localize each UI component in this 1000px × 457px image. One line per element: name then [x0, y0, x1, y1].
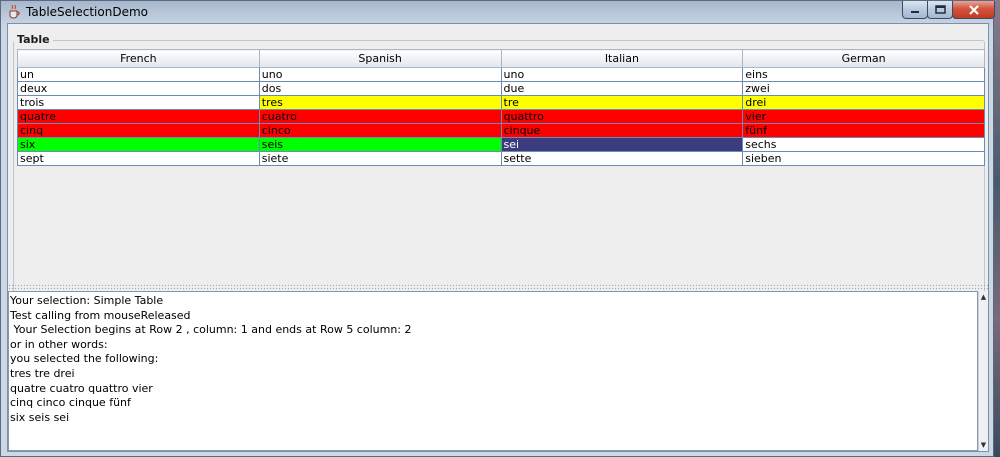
table-row[interactable]: deux dos due zwei: [17, 81, 985, 96]
output-line: tres tre drei: [10, 366, 75, 380]
column-header[interactable]: Spanish: [258, 49, 502, 68]
title-bar[interactable]: TableSelectionDemo: [1, 1, 995, 23]
table-row[interactable]: cinq cinco cinque fünf: [17, 123, 985, 138]
table-cell[interactable]: vier: [742, 109, 985, 124]
table-cell[interactable]: un: [17, 67, 260, 82]
table-row[interactable]: sept siete sette sieben: [17, 151, 985, 166]
table-row[interactable]: un uno uno eins: [17, 67, 985, 82]
table-cell[interactable]: due: [500, 81, 744, 96]
table-cell[interactable]: cinq: [17, 123, 260, 138]
table-cell[interactable]: seis: [258, 137, 502, 152]
desktop-background: [994, 0, 1000, 457]
output-line: Your Selection begins at Row 2 , column:…: [10, 323, 412, 337]
table-cell[interactable]: uno: [258, 67, 502, 82]
scroll-down-arrow-icon[interactable]: ▼: [979, 439, 988, 451]
table-row[interactable]: quatre cuatro quattro vier: [17, 109, 985, 124]
table-cell[interactable]: tres: [258, 95, 502, 110]
output-line: or in other words:: [10, 337, 108, 351]
table-cell[interactable]: quattro: [500, 109, 744, 124]
table-cell[interactable]: drei: [742, 95, 985, 110]
table-cell[interactable]: trois: [17, 95, 260, 110]
table-cell[interactable]: tre: [500, 95, 744, 110]
table-row[interactable]: six seis sei sechs: [17, 137, 985, 152]
output-line: Your selection: Simple Table: [10, 294, 164, 307]
output-text-area[interactable]: Your selection: Simple Table Test callin…: [8, 291, 978, 451]
scroll-up-arrow-icon[interactable]: ▲: [979, 291, 988, 303]
table-cell[interactable]: zwei: [742, 81, 985, 96]
output-line: quatre cuatro quattro vier: [10, 381, 153, 395]
output-line: six seis sei: [10, 410, 70, 424]
table-row[interactable]: trois tres tre drei: [17, 95, 985, 110]
close-icon: [968, 4, 979, 15]
table-cell[interactable]: cinco: [258, 123, 502, 138]
table-cell[interactable]: sept: [17, 151, 260, 166]
maximize-icon: [934, 5, 946, 14]
table-cell-focused[interactable]: sei: [500, 137, 744, 152]
output-line: you selected the following:: [10, 352, 159, 366]
table-cell[interactable]: deux: [17, 81, 260, 96]
column-header[interactable]: Italian: [500, 49, 744, 68]
column-header[interactable]: German: [742, 49, 985, 68]
table-cell[interactable]: dos: [258, 81, 502, 96]
table-cell[interactable]: six: [17, 137, 260, 152]
table-cell[interactable]: sechs: [742, 137, 985, 152]
output-line: Test calling from mouseReleased: [10, 308, 191, 322]
column-header[interactable]: French: [17, 49, 260, 68]
vertical-scrollbar[interactable]: ▲ ▼: [978, 291, 988, 451]
close-button[interactable]: [952, 1, 995, 19]
table-cell[interactable]: quatre: [17, 109, 260, 124]
table-cell[interactable]: fünf: [742, 123, 985, 138]
java-cup-icon: [9, 4, 20, 19]
language-table[interactable]: French Spanish Italian German un uno uno…: [17, 49, 985, 166]
output-line: cinq cinco cinque fünf: [10, 396, 131, 410]
table-cell[interactable]: cuatro: [258, 109, 502, 124]
table-cell[interactable]: uno: [500, 67, 744, 82]
minimize-icon: [911, 10, 919, 13]
app-window: TableSelectionDemo Table French Spanish …: [0, 0, 995, 457]
window-title: TableSelectionDemo: [26, 5, 148, 19]
table-header-row: French Spanish Italian German: [17, 49, 985, 68]
table-cell[interactable]: sette: [500, 151, 744, 166]
maximize-button[interactable]: [927, 1, 953, 19]
table-cell[interactable]: eins: [742, 67, 985, 82]
group-title: Table: [14, 33, 53, 46]
table-cell[interactable]: cinque: [500, 123, 744, 138]
minimize-button[interactable]: [902, 1, 928, 19]
table-cell[interactable]: sieben: [742, 151, 985, 166]
content-pane: Table French Spanish Italian German un u…: [7, 23, 989, 452]
table-cell[interactable]: siete: [258, 151, 502, 166]
split-pane-divider[interactable]: [8, 284, 988, 291]
